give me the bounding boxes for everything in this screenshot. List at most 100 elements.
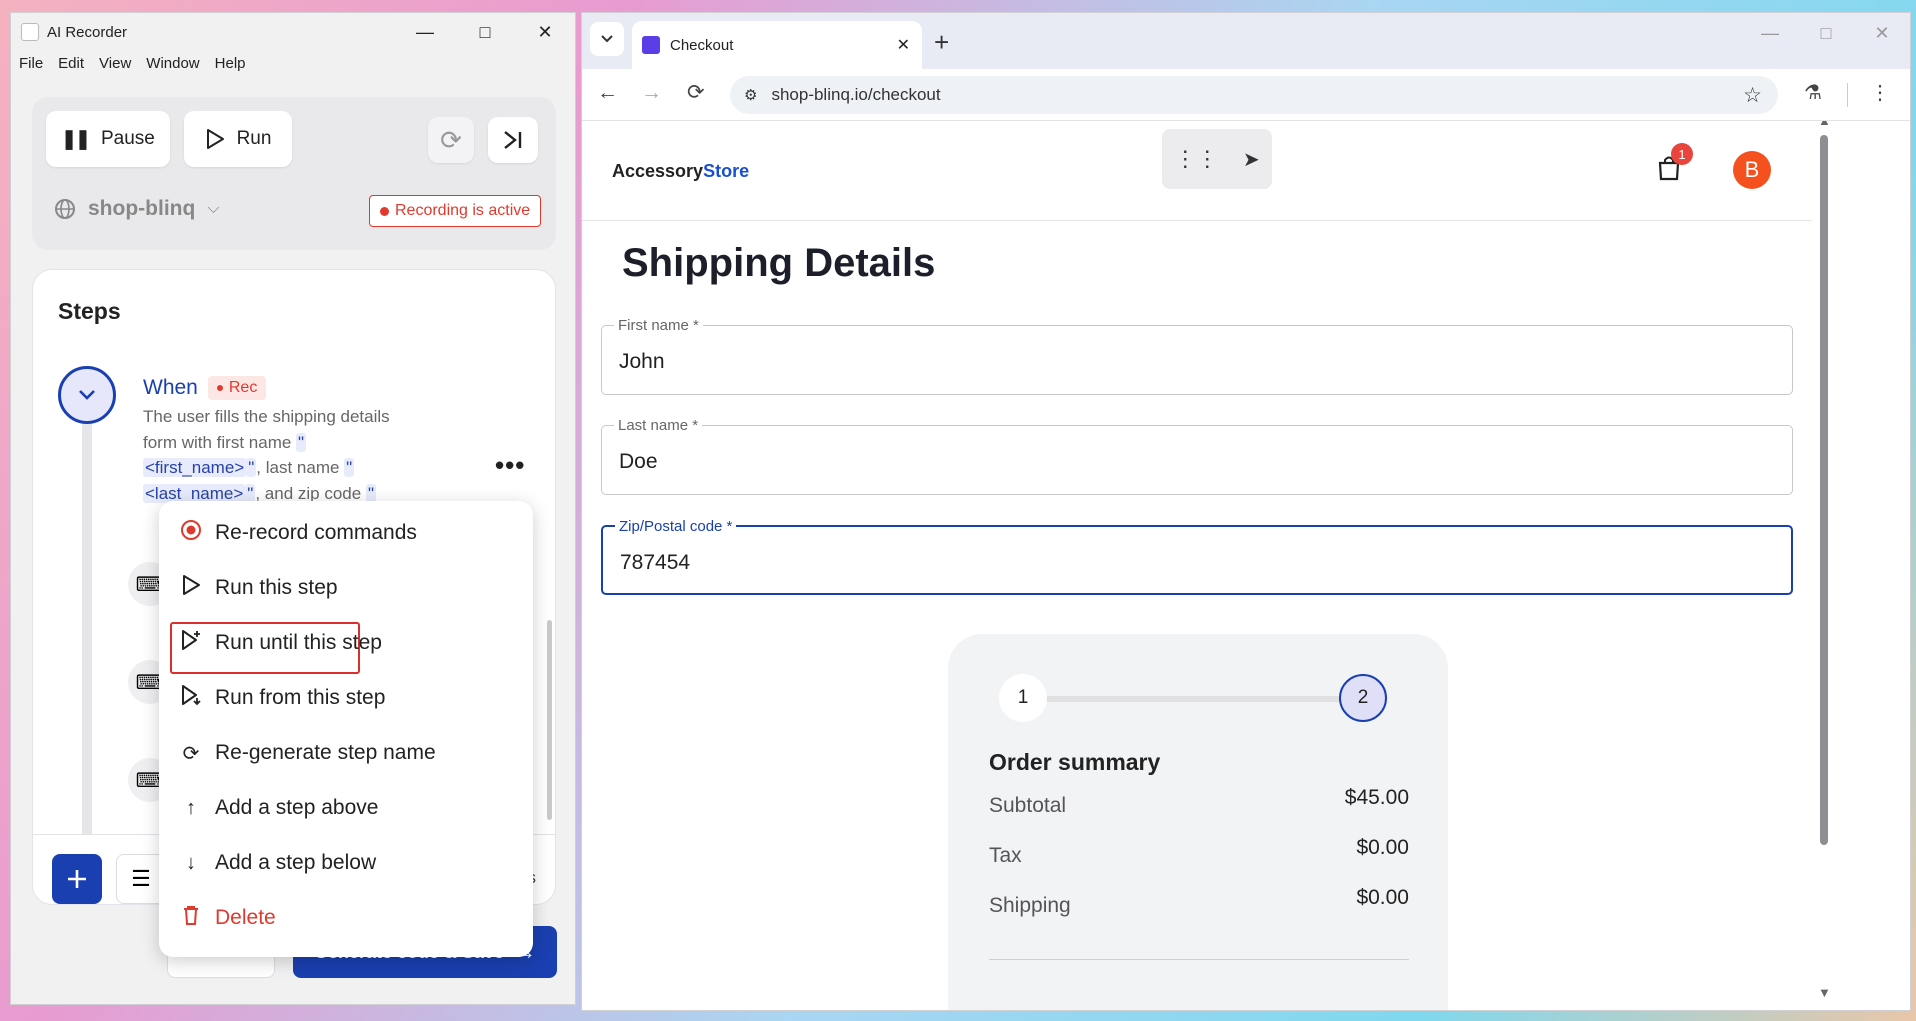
menu-view[interactable]: View — [99, 55, 131, 72]
run-button[interactable]: Run — [184, 111, 292, 167]
more-options-icon[interactable]: ••• — [495, 450, 525, 481]
steps-scrollbar[interactable] — [547, 620, 552, 820]
maximize-icon[interactable]: □ — [455, 22, 515, 43]
stepper-track — [1043, 696, 1343, 702]
add-step-button[interactable] — [52, 854, 102, 904]
recorder-title: AI Recorder — [47, 23, 128, 41]
menu-item-run-this-step[interactable]: Run this step — [179, 567, 338, 609]
field-value: Doe — [619, 450, 658, 473]
steps-title: Steps — [58, 298, 121, 324]
favicon-icon — [642, 36, 660, 54]
rec-label: Rec — [228, 379, 258, 396]
menu-item-run-from-this-step[interactable]: Run from this step — [179, 677, 385, 719]
chip-quote-close-2: " — [245, 483, 256, 503]
menu-file[interactable]: File — [19, 55, 43, 72]
menu-item-label: Add a step above — [215, 796, 379, 819]
cart-button[interactable]: 1 — [1657, 143, 1693, 188]
address-toolbar: ← → ⟳ ⚙ shop-blinq.io/checkout ☆ ⚗ ⋮ — [582, 69, 1910, 121]
last-name-field[interactable]: Last name * Doe — [601, 417, 1793, 495]
page-scrollbar[interactable]: ▲ ▼ — [1818, 121, 1831, 1010]
labs-flask-icon[interactable]: ⚗ — [1804, 80, 1822, 105]
menu-item-add-step-above[interactable]: ↑ Add a step above — [179, 787, 378, 829]
tab-close-icon[interactable]: ✕ — [897, 35, 910, 55]
cart-count-badge: 1 — [1671, 143, 1693, 165]
recording-status-text: Recording is active — [395, 202, 531, 219]
menu-item-delete[interactable]: Delete — [179, 897, 276, 939]
page-title: Shipping Details — [622, 241, 936, 285]
summary-row-tax: Tax $0.00 — [989, 836, 1409, 868]
menu-item-label: Add a step below — [215, 851, 377, 874]
menu-window[interactable]: Window — [146, 55, 199, 72]
menu-edit[interactable]: Edit — [58, 55, 84, 72]
zip-code-field[interactable]: Zip/Postal code * 787454 — [601, 518, 1793, 595]
chip-quote-close-1: " — [246, 458, 257, 477]
run-label: Run — [236, 128, 272, 149]
tab-checkout[interactable]: Checkout ✕ — [632, 21, 922, 69]
field-value: John — [619, 350, 665, 373]
summary-value: $0.00 — [1356, 886, 1409, 909]
scroll-up-icon[interactable]: ▲ — [1818, 121, 1831, 128]
recording-status-badge: Recording is active — [369, 195, 542, 227]
menu-item-label: Run from this step — [215, 686, 386, 709]
pause-icon: ❚❚ — [61, 128, 91, 150]
arrow-up-icon: ↑ — [186, 796, 196, 819]
browser-menu-icon[interactable]: ⋮ — [1870, 80, 1890, 105]
param-chip-first-name: <first_name> — [143, 458, 247, 477]
minimize-icon[interactable]: — — [1742, 23, 1798, 44]
maximize-icon[interactable]: □ — [1798, 23, 1854, 44]
menu-item-run-until-this-step[interactable]: Run until this step — [179, 622, 382, 664]
plus-icon — [68, 870, 86, 888]
page-viewport: AccessoryStore ⋮⋮ ➤ 1 B Shipping Details… — [582, 121, 1910, 1010]
field-value: 787454 — [620, 551, 691, 574]
menu-help[interactable]: Help — [215, 55, 246, 72]
site-info-icon[interactable]: ⚙ — [744, 86, 757, 104]
close-icon[interactable]: ✕ — [515, 22, 575, 43]
menubar: File Edit View Window Help — [11, 51, 575, 75]
sync-button[interactable]: ⟳ — [428, 117, 474, 163]
first-name-field[interactable]: First name * John — [601, 317, 1793, 395]
back-icon[interactable]: ← — [597, 81, 618, 105]
step-description[interactable]: The user fills the shipping details form… — [143, 404, 443, 506]
step-keyword: When — [143, 376, 198, 399]
skip-to-end-button[interactable] — [488, 117, 538, 163]
arrow-down-icon: ↓ — [186, 851, 196, 874]
reload-icon[interactable]: ⟳ — [687, 80, 705, 105]
brand-logo[interactable]: AccessoryStore — [612, 161, 749, 182]
run-until-icon — [179, 629, 203, 657]
omnibox[interactable]: ⚙ shop-blinq.io/checkout ☆ — [730, 76, 1778, 114]
user-avatar[interactable]: B — [1733, 151, 1771, 189]
project-selector[interactable]: shop-blinq ⌵ — [54, 197, 219, 221]
close-icon[interactable]: ✕ — [1854, 23, 1910, 44]
stepper-step-2[interactable]: 2 — [1339, 674, 1387, 722]
scroll-down-icon[interactable]: ▼ — [1818, 985, 1831, 1000]
pointer-filter-icon[interactable]: ➤ — [1243, 147, 1260, 172]
summary-label: Tax — [989, 844, 1022, 867]
pause-button[interactable]: ❚❚ Pause — [46, 111, 170, 167]
drag-handle-icon[interactable]: ⋮⋮ — [1174, 146, 1218, 172]
new-tab-icon[interactable]: + — [934, 27, 949, 58]
menu-item-label: Re-record commands — [215, 521, 417, 544]
site-header: AccessoryStore ⋮⋮ ➤ 1 B — [582, 121, 1812, 221]
chip-quote-open-3: " — [365, 483, 376, 503]
refresh-icon: ⟳ — [182, 742, 200, 765]
stepper-step-1[interactable]: 1 — [999, 674, 1047, 722]
record-icon — [179, 519, 203, 547]
menu-item-add-step-below[interactable]: ↓ Add a step below — [179, 842, 376, 884]
step-collapse-button[interactable] — [58, 366, 116, 424]
play-icon — [206, 129, 224, 149]
step-timeline-line — [82, 420, 92, 904]
menu-item-re-record[interactable]: Re-record commands — [179, 512, 417, 554]
summary-label: Shipping — [989, 894, 1071, 917]
tab-list-button[interactable] — [590, 22, 624, 56]
scroll-thumb[interactable] — [1820, 135, 1828, 845]
step-text-d: , and zip code — [255, 483, 362, 503]
recorder-window: AI Recorder — □ ✕ File Edit View Window … — [10, 12, 576, 1005]
bookmark-star-icon[interactable]: ☆ — [1743, 83, 1762, 108]
summary-row-subtotal: Subtotal $45.00 — [989, 786, 1409, 818]
summary-label: Subtotal — [989, 794, 1067, 817]
menu-item-regenerate-step-name[interactable]: ⟳ Re-generate step name — [179, 732, 436, 774]
summary-row-shipping: Shipping $0.00 — [989, 886, 1409, 918]
forward-icon[interactable]: → — [641, 81, 662, 105]
minimize-icon[interactable]: — — [395, 22, 455, 43]
recorder-titlebar: AI Recorder — □ ✕ — [11, 13, 575, 51]
